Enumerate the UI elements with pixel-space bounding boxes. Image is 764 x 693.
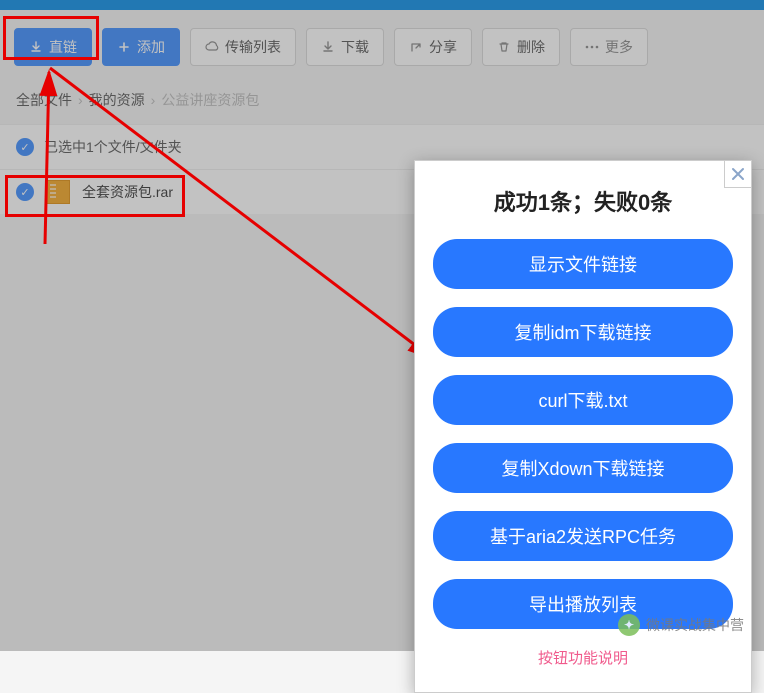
watermark-text: 微课实战集中营 <box>646 615 744 635</box>
curl-download-button[interactable]: curl下载.txt <box>433 375 733 425</box>
dialog-footer-link[interactable]: 按钮功能说明 <box>433 647 733 668</box>
dialog-title: 成功1条；失败0条 <box>433 185 733 217</box>
close-icon <box>730 166 746 182</box>
copy-idm-link-button[interactable]: 复制idm下载链接 <box>433 307 733 357</box>
watermark: ✦ 微课实战集中营 <box>618 614 744 636</box>
show-file-link-button[interactable]: 显示文件链接 <box>433 239 733 289</box>
copy-xdown-link-button[interactable]: 复制Xdown下载链接 <box>433 443 733 493</box>
aria2-rpc-button[interactable]: 基于aria2发送RPC任务 <box>433 511 733 561</box>
close-button[interactable] <box>724 160 752 188</box>
wechat-icon: ✦ <box>618 614 640 636</box>
